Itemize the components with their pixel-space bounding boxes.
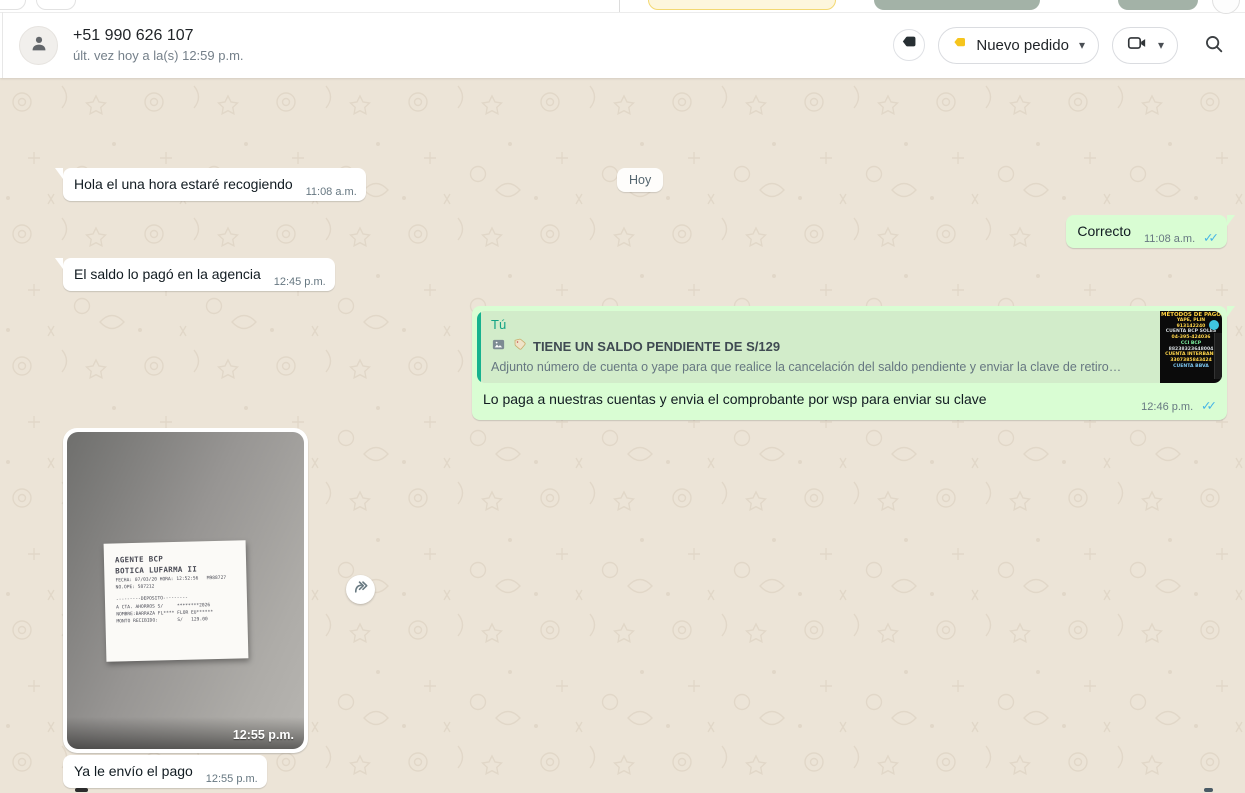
quote-author: Tú (491, 317, 1150, 332)
order-status-dropdown[interactable]: Nuevo pedido ▾ (938, 27, 1099, 64)
message-time: 12:46 p.m. (1141, 401, 1193, 413)
chevron-down-icon: ▾ (1158, 38, 1164, 52)
quoted-message[interactable]: Tú (477, 311, 1222, 383)
mic-icon-partial[interactable] (1204, 788, 1213, 792)
message-incoming: Ya le envío el pago 12:55 p.m. (63, 755, 267, 788)
attach-plus-icon-partial[interactable] (75, 788, 88, 792)
toolbar-divider (619, 0, 620, 12)
video-call-dropdown[interactable]: ▾ (1112, 27, 1178, 64)
message-outgoing: Correcto 11:08 a.m. ✓✓ (1066, 215, 1227, 248)
message-text: El saldo lo pagó en la agencia (74, 266, 261, 282)
thumbnail-detail (1214, 333, 1222, 379)
message-time: 12:55 p.m. (206, 773, 258, 785)
message-time: 11:08 a.m. (1144, 233, 1195, 245)
message-text: Hola el una hora estaré recogiendo (74, 176, 293, 192)
partial-pill-button (0, 0, 26, 10)
label-tag-icon (512, 337, 527, 355)
chat-header: +51 990 626 107 últ. vez hoy a la(s) 12:… (0, 12, 1245, 78)
message-outgoing-with-reply: Tú (472, 306, 1227, 420)
message-incoming: Hola el una hora estaré recogiendo 11:08… (63, 168, 366, 201)
contact-avatar[interactable] (19, 26, 58, 65)
thumbnail-line: CUENTA BBVA (1160, 364, 1222, 370)
forward-arrow-icon (352, 578, 370, 601)
read-ticks-icon: ✓✓ (1201, 398, 1216, 413)
yape-logo (1209, 320, 1219, 330)
receipt-line: MONTO RECIBIDO: S/ 129.00 (116, 616, 238, 626)
video-camera-icon (1126, 32, 1148, 59)
panel-left-border (2, 12, 3, 78)
contact-last-seen: últ. vez hoy a la(s) 12:59 p.m. (73, 49, 244, 62)
quote-title-row: TIENE UN SALDO PENDIENTE DE S/129 (491, 337, 1150, 355)
person-icon (28, 32, 50, 59)
order-status-label: Nuevo pedido (976, 37, 1069, 54)
photo-icon (491, 337, 506, 355)
message-incoming: El saldo lo pagó en la agencia 12:45 p.m… (63, 258, 335, 291)
yellow-tag-icon (952, 35, 968, 56)
receipt-photo: AGENTE BCP BOTICA LUFARMA II FECHA: 07/0… (67, 432, 304, 749)
image-time: 12:55 p.m. (233, 728, 294, 742)
contact-name: +51 990 626 107 (73, 28, 244, 44)
header-actions: Nuevo pedido ▾ ▾ (893, 27, 1225, 64)
image-bubble[interactable]: AGENTE BCP BOTICA LUFARMA II FECHA: 07/0… (63, 428, 308, 753)
search-button[interactable] (1203, 33, 1225, 58)
forward-message-button[interactable] (346, 575, 375, 604)
message-text: Ya le envío el pago (74, 763, 193, 779)
quote-thumbnail-image: MÉTODOS DE PAGO YAPE, PLIN 913142240 CUE… (1160, 311, 1222, 383)
partial-yellow-pill-button (648, 0, 836, 10)
message-text: Lo paga a nuestras cuentas y envia el co… (477, 383, 1222, 415)
message-meta: 12:46 p.m. ✓✓ (1132, 397, 1216, 413)
message-time: 11:08 a.m. (306, 186, 357, 198)
quote-title: TIENE UN SALDO PENDIENTE DE S/129 (533, 339, 780, 354)
message-bubble[interactable]: Tú (472, 306, 1227, 420)
tag-button[interactable] (893, 29, 925, 61)
search-icon (1203, 33, 1225, 58)
contact-info[interactable]: +51 990 626 107 últ. vez hoy a la(s) 12:… (73, 28, 244, 62)
tag-icon (900, 33, 919, 57)
message-bubble[interactable]: Ya le envío el pago 12:55 p.m. (63, 755, 267, 788)
message-bubble[interactable]: Correcto 11:08 a.m. ✓✓ (1066, 215, 1227, 248)
partial-green-pill-button (874, 0, 1040, 10)
quote-body: Tú (481, 311, 1160, 383)
chat-message-area: Hoy Hola el una hora estaré recogiendo 1… (0, 78, 1245, 793)
message-bubble[interactable]: Hola el una hora estaré recogiendo 11:08… (63, 168, 366, 201)
partial-circle-button (1212, 0, 1240, 14)
quote-snippet: Adjunto número de cuenta o yape para que… (491, 360, 1150, 374)
whatsapp-chat-window: +51 990 626 107 últ. vez hoy a la(s) 12:… (0, 0, 1245, 793)
message-time: 12:45 p.m. (274, 276, 326, 288)
read-ticks-icon: ✓✓ (1203, 230, 1218, 245)
bcp-receipt: AGENTE BCP BOTICA LUFARMA II FECHA: 07/0… (104, 540, 249, 661)
top-toolbar-partial (0, 0, 1245, 13)
chevron-down-icon: ▾ (1079, 38, 1085, 52)
receipt-line: NO.OPE: 587212 (116, 582, 238, 592)
message-text: Correcto (1077, 223, 1131, 239)
partial-green-pill-button (1118, 0, 1198, 10)
message-bubble[interactable]: El saldo lo pagó en la agencia 12:45 p.m… (63, 258, 335, 291)
partial-pill-button (36, 0, 76, 10)
message-incoming-image: AGENTE BCP BOTICA LUFARMA II FECHA: 07/0… (63, 428, 308, 753)
date-divider: Hoy (617, 168, 663, 192)
